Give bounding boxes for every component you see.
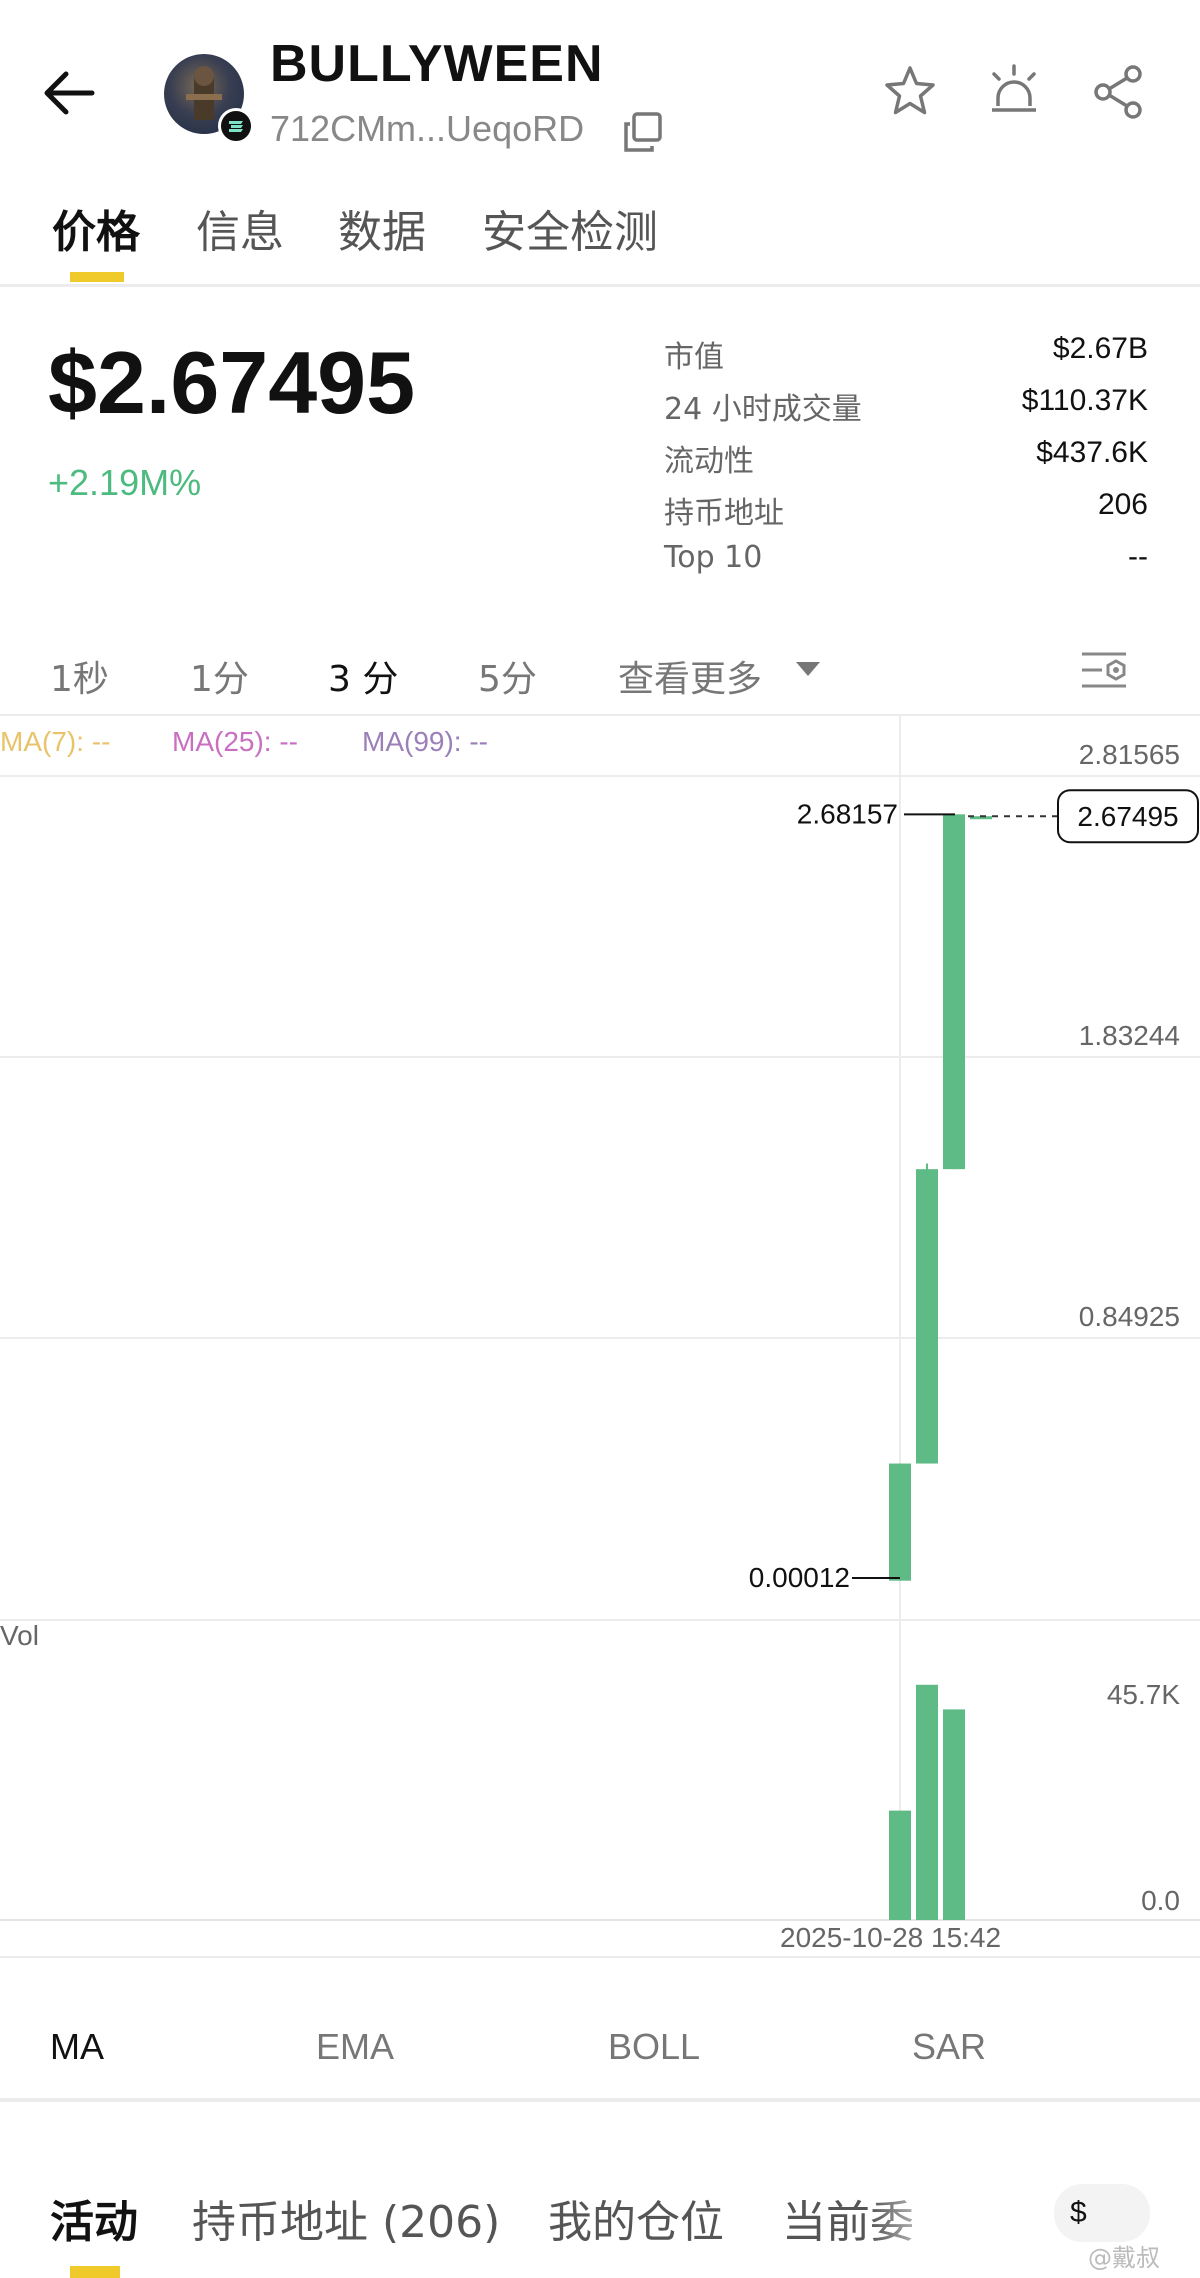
stat-value-volume: $110.37K [1021, 384, 1148, 417]
stat-value-liquidity: $437.6K [1036, 436, 1148, 469]
token-name: BULLYWEEN [270, 35, 604, 93]
volume-bar [916, 1684, 938, 1920]
volume-axis-label: 0.0 [1141, 1885, 1180, 1916]
tab-divider [0, 284, 1200, 287]
tab-data[interactable]: 数据 [338, 196, 426, 260]
stat-label-volume: 24 小时成交量 [664, 392, 862, 427]
current-price-label: 2.67495 [1077, 801, 1178, 832]
indicator-boll[interactable]: BOLL [608, 2026, 700, 2068]
token-address: 712CMm...UeqoRD [270, 108, 585, 149]
volume-axis-label: 45.7K [1107, 1679, 1180, 1710]
time-axis-label: 2025-10-28 15:42 [780, 1922, 1002, 1953]
low-price-label: 0.00012 [749, 1562, 850, 1593]
stat-label-top10: Top 10 [664, 540, 763, 575]
copy-icon[interactable] [620, 110, 666, 156]
tab-holders[interactable]: 持币地址 (206) [192, 2186, 500, 2250]
interval-more[interactable]: 查看更多 [618, 650, 762, 702]
interval-1m[interactable]: 1分 [190, 650, 249, 702]
tab-price[interactable]: 价格 [52, 196, 140, 260]
stat-label-liquidity: 流动性 [664, 444, 754, 479]
star-icon[interactable] [880, 62, 940, 122]
interval-1s[interactable]: 1秒 [50, 650, 109, 702]
price-axis-label: 1.83244 [1079, 1020, 1180, 1051]
watermark: @戴叔 [1088, 2244, 1160, 2272]
price-axis-label: 0.84925 [1079, 1301, 1180, 1332]
candle-body [916, 1169, 938, 1464]
alert-icon[interactable] [984, 62, 1044, 122]
indicator-divider [0, 2098, 1200, 2102]
indicator-ema[interactable]: EMA [316, 2026, 394, 2068]
chevron-down-icon [796, 662, 820, 676]
price-change: +2.19M% [48, 462, 202, 503]
tab-info[interactable]: 信息 [196, 196, 284, 260]
tab-scroll-fade [870, 2150, 990, 2260]
interval-5m[interactable]: 5分 [478, 650, 537, 702]
currency-toggle-button[interactable]: $ [1054, 2184, 1150, 2242]
chain-badge-icon [218, 108, 254, 144]
indicator-ma[interactable]: MA [50, 2026, 104, 2068]
share-icon[interactable] [1088, 62, 1148, 122]
stat-value-holders: 206 [1097, 488, 1148, 521]
stat-label-holders: 持币地址 [664, 496, 784, 531]
indicator-sar[interactable]: SAR [912, 2026, 986, 2068]
ma7-label: MA(7): -- [0, 726, 111, 757]
volume-bar [889, 1810, 911, 1920]
chart-settings-icon[interactable] [1078, 644, 1130, 696]
ma99-label: MA(99): -- [362, 726, 488, 757]
interval-3m[interactable]: 3 分 [328, 650, 398, 702]
back-arrow-icon [44, 71, 95, 115]
stat-value-market-cap: $2.67B [1052, 332, 1148, 365]
tab-security-check[interactable]: 安全检测 [482, 196, 658, 260]
current-price: $2.67495 [48, 333, 416, 432]
volume-bar [943, 1709, 965, 1920]
tab-activity[interactable]: 活动 [50, 2186, 138, 2250]
stat-label-market-cap: 市值 [664, 340, 724, 375]
high-price-label: 2.68157 [797, 798, 898, 829]
candle-body [943, 814, 965, 1170]
bottom-tab-indicator [70, 2266, 120, 2278]
tab-my-positions[interactable]: 我的仓位 [548, 2186, 724, 2250]
stat-value-top10: -- [1128, 540, 1148, 573]
candle-body [889, 1463, 911, 1581]
chart-bottom-divider [0, 1956, 1200, 1958]
volume-label: Vol [0, 1620, 39, 1651]
price-chart[interactable]: 2.81565 1.83244 0.84925 2.68157 0.00012 2.674… [0, 714, 1200, 1964]
ma25-label: MA(25): -- [172, 726, 298, 757]
back-button[interactable] [36, 58, 106, 128]
tab-indicator [70, 272, 124, 282]
price-axis-label: 2.81565 [1079, 739, 1180, 770]
